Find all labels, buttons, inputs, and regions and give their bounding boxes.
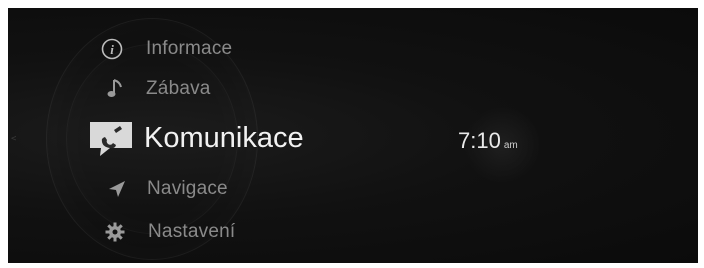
menu-item-label: Nastavení <box>148 221 236 242</box>
phone-icon <box>88 118 134 158</box>
menu-item-navigace[interactable]: Navigace <box>106 178 228 200</box>
infotainment-screen: < i Informace Zábava Komunikace Navigace… <box>8 8 698 263</box>
menu-item-zabava[interactable]: Zábava <box>106 77 211 101</box>
menu-item-nastaveni[interactable]: Nastavení <box>104 221 235 243</box>
gear-icon <box>104 221 126 243</box>
menu-item-label: Zábava <box>146 78 211 99</box>
info-icon: i <box>100 37 124 61</box>
clock: 7:10 am <box>458 128 518 154</box>
music-note-icon <box>106 77 126 101</box>
clock-time: 7:10 <box>458 128 501 153</box>
menu-item-komunikace[interactable]: Komunikace <box>88 118 304 158</box>
dial-indicator-icon: < <box>11 134 17 144</box>
menu-item-label: Informace <box>146 38 233 59</box>
menu-item-label: Navigace <box>147 178 228 199</box>
menu-item-informace[interactable]: i Informace <box>100 37 232 61</box>
navigation-arrow-icon <box>106 178 128 200</box>
menu-item-label: Komunikace <box>144 121 304 154</box>
clock-ampm: am <box>503 140 518 151</box>
svg-text:i: i <box>110 42 114 57</box>
